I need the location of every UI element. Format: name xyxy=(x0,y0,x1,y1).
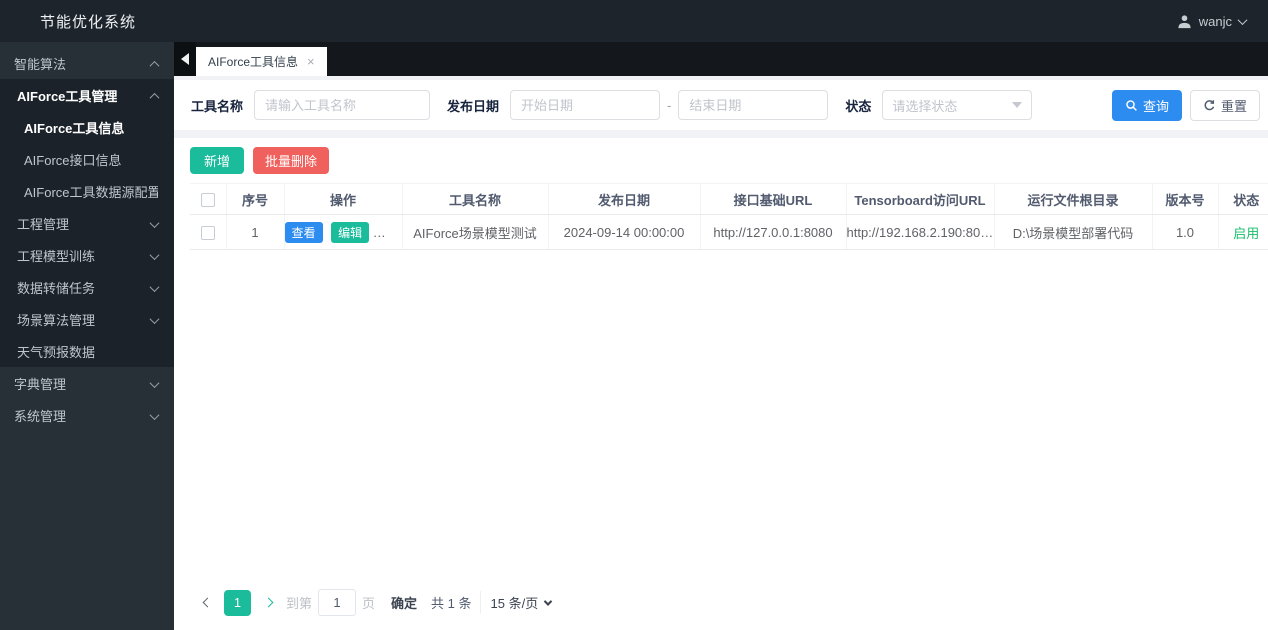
select-caret-icon xyxy=(1012,102,1023,108)
cell-run-dir: D:\场景模型部署代码 xyxy=(994,214,1153,250)
sidebar-item-weather-forecast-data[interactable]: 天气预报数据 xyxy=(0,335,174,367)
sidebar-item-aiforce-tool-mgmt[interactable]: AIForce工具管理 xyxy=(0,79,174,111)
cell-version: 1.0 xyxy=(1152,214,1219,250)
table-card: 新增 批量删除 序号 操作 工具名称 发布日期 接口基础URL Tensorbo… xyxy=(174,138,1268,630)
cell-tool-name: AIForce场景模型测试 xyxy=(402,214,549,250)
sidebar-item-aiforce-tool-info[interactable]: AIForce工具信息 xyxy=(0,111,174,143)
chevron-down-icon xyxy=(149,280,160,295)
chevron-right-icon xyxy=(263,597,273,608)
tabs-back-button[interactable] xyxy=(174,42,196,76)
search-button[interactable]: 查询 xyxy=(1111,89,1182,121)
col-run-dir: 运行文件根目录 xyxy=(994,183,1153,215)
chevron-down-icon xyxy=(149,376,160,391)
col-tool-name: 工具名称 xyxy=(402,183,549,215)
end-date-input[interactable] xyxy=(678,90,829,120)
search-icon xyxy=(1125,99,1138,112)
col-base-url: 接口基础URL xyxy=(700,183,847,215)
chevron-up-icon xyxy=(149,56,160,71)
cell-actions: 查看 编辑 删除 xyxy=(284,214,403,250)
tool-name-label: 工具名称 xyxy=(191,98,244,114)
refresh-icon xyxy=(1203,99,1216,112)
cell-publish-date: 2024-09-14 00:00:00 xyxy=(548,214,701,250)
col-index: 序号 xyxy=(226,183,285,215)
goto-page-input[interactable] xyxy=(318,589,357,616)
tool-name-input[interactable] xyxy=(254,90,431,120)
status-select[interactable]: 请选择状态 xyxy=(882,90,1033,120)
sidebar-item-aiforce-datasource-config[interactable]: AIForce工具数据源配置 xyxy=(0,175,174,207)
tab-close-icon[interactable]: × xyxy=(307,55,315,68)
col-version: 版本号 xyxy=(1152,183,1219,215)
pagination: 1 到第 页 确定 共 1 条 15 条/页 xyxy=(190,589,1252,616)
chevron-down-icon xyxy=(149,408,160,423)
add-button[interactable]: 新增 xyxy=(190,147,245,174)
batch-delete-button[interactable]: 批量删除 xyxy=(253,147,330,174)
chevron-down-icon xyxy=(1237,14,1248,25)
publish-date-label: 发布日期 xyxy=(447,98,500,114)
topbar: 节能优化系统 wanjc xyxy=(0,0,1268,42)
next-page-button[interactable] xyxy=(256,590,280,616)
content-area: AIForce工具信息 × 工具名称 发布日期 - 状态 请选择状态 xyxy=(174,42,1268,630)
sidebar-item-scene-algorithm-mgmt[interactable]: 场景算法管理 xyxy=(0,303,174,335)
date-range-separator: - xyxy=(667,97,672,113)
col-publish-date: 发布日期 xyxy=(548,183,701,215)
chevron-up-icon xyxy=(149,88,160,103)
row-checkbox[interactable] xyxy=(200,225,215,240)
sidebar-item-model-training[interactable]: 工程模型训练 xyxy=(0,239,174,271)
chevron-down-icon xyxy=(149,216,160,231)
chevron-down-icon xyxy=(149,248,160,263)
sidebar-item-project-mgmt[interactable]: 工程管理 xyxy=(0,207,174,239)
sidebar-item-intelligent-algorithm[interactable]: 智能算法 xyxy=(0,47,174,79)
select-all-checkbox[interactable] xyxy=(200,192,215,207)
edit-button[interactable]: 编辑 xyxy=(331,221,370,243)
app-title: 节能优化系统 xyxy=(40,13,137,31)
view-button[interactable]: 查看 xyxy=(284,221,323,243)
tab-aiforce-tool-info[interactable]: AIForce工具信息 × xyxy=(196,47,327,76)
sidebar-item-system-mgmt[interactable]: 系统管理 xyxy=(0,399,174,431)
prev-page-button[interactable] xyxy=(195,590,219,616)
col-status: 状态 xyxy=(1218,183,1268,215)
tab-bar: AIForce工具信息 × xyxy=(174,42,1268,76)
start-date-input[interactable] xyxy=(510,90,661,120)
table-toolbar: 新增 批量删除 xyxy=(190,147,1252,174)
table-row: 1 查看 编辑 删除 AIForce场景模型测试 2024-09-14 00:0… xyxy=(190,214,1268,250)
status-badge: 启用 xyxy=(1218,214,1268,250)
back-arrow-icon xyxy=(181,53,189,65)
cell-tensorboard-url: http://192.168.2.190:8080 xyxy=(846,214,995,250)
page-1-button[interactable]: 1 xyxy=(224,589,251,616)
page-unit-label: 页 xyxy=(362,596,376,611)
user-menu[interactable]: wanjc xyxy=(1177,14,1268,29)
sidebar-submenu: AIForce工具管理 AIForce工具信息 AIForce接口信息 AIFo… xyxy=(0,79,174,367)
sidebar-item-dict-mgmt[interactable]: 字典管理 xyxy=(0,367,174,399)
status-label: 状态 xyxy=(845,98,872,114)
user-icon xyxy=(1177,14,1192,29)
data-table: 序号 操作 工具名称 发布日期 接口基础URL Tensorboard访问URL… xyxy=(190,183,1268,250)
filter-bar: 工具名称 发布日期 - 状态 请选择状态 查询 xyxy=(174,80,1268,130)
sidebar-item-aiforce-api-info[interactable]: AIForce接口信息 xyxy=(0,143,174,175)
delete-button[interactable]: 删除 xyxy=(377,221,401,243)
cell-base-url: http://127.0.0.1:8080 xyxy=(700,214,847,250)
user-name: wanjc xyxy=(1198,13,1232,29)
chevron-left-icon xyxy=(202,597,212,608)
goto-confirm-button[interactable]: 确定 xyxy=(391,593,417,612)
sidebar-item-data-transfer-task[interactable]: 数据转储任务 xyxy=(0,271,174,303)
chevron-down-icon xyxy=(149,312,160,327)
reset-button[interactable]: 重置 xyxy=(1189,89,1260,121)
page-size-select[interactable]: 15 条/页 xyxy=(479,591,562,614)
col-actions: 操作 xyxy=(284,183,403,215)
col-tensorboard-url: Tensorboard访问URL xyxy=(846,183,995,215)
sidebar: 智能算法 AIForce工具管理 AIForce工具信息 AIForce接口信息… xyxy=(0,42,174,630)
table-header-row: 序号 操作 工具名称 发布日期 接口基础URL Tensorboard访问URL… xyxy=(190,183,1268,215)
total-count-label: 共 1 条 xyxy=(431,596,472,611)
goto-label: 到第 xyxy=(286,596,313,611)
app-window: 节能优化系统 wanjc 智能算法 AIForce工具管理 AIForce工具信… xyxy=(0,0,1268,630)
cell-index: 1 xyxy=(226,214,285,250)
chevron-down-icon xyxy=(543,596,553,606)
